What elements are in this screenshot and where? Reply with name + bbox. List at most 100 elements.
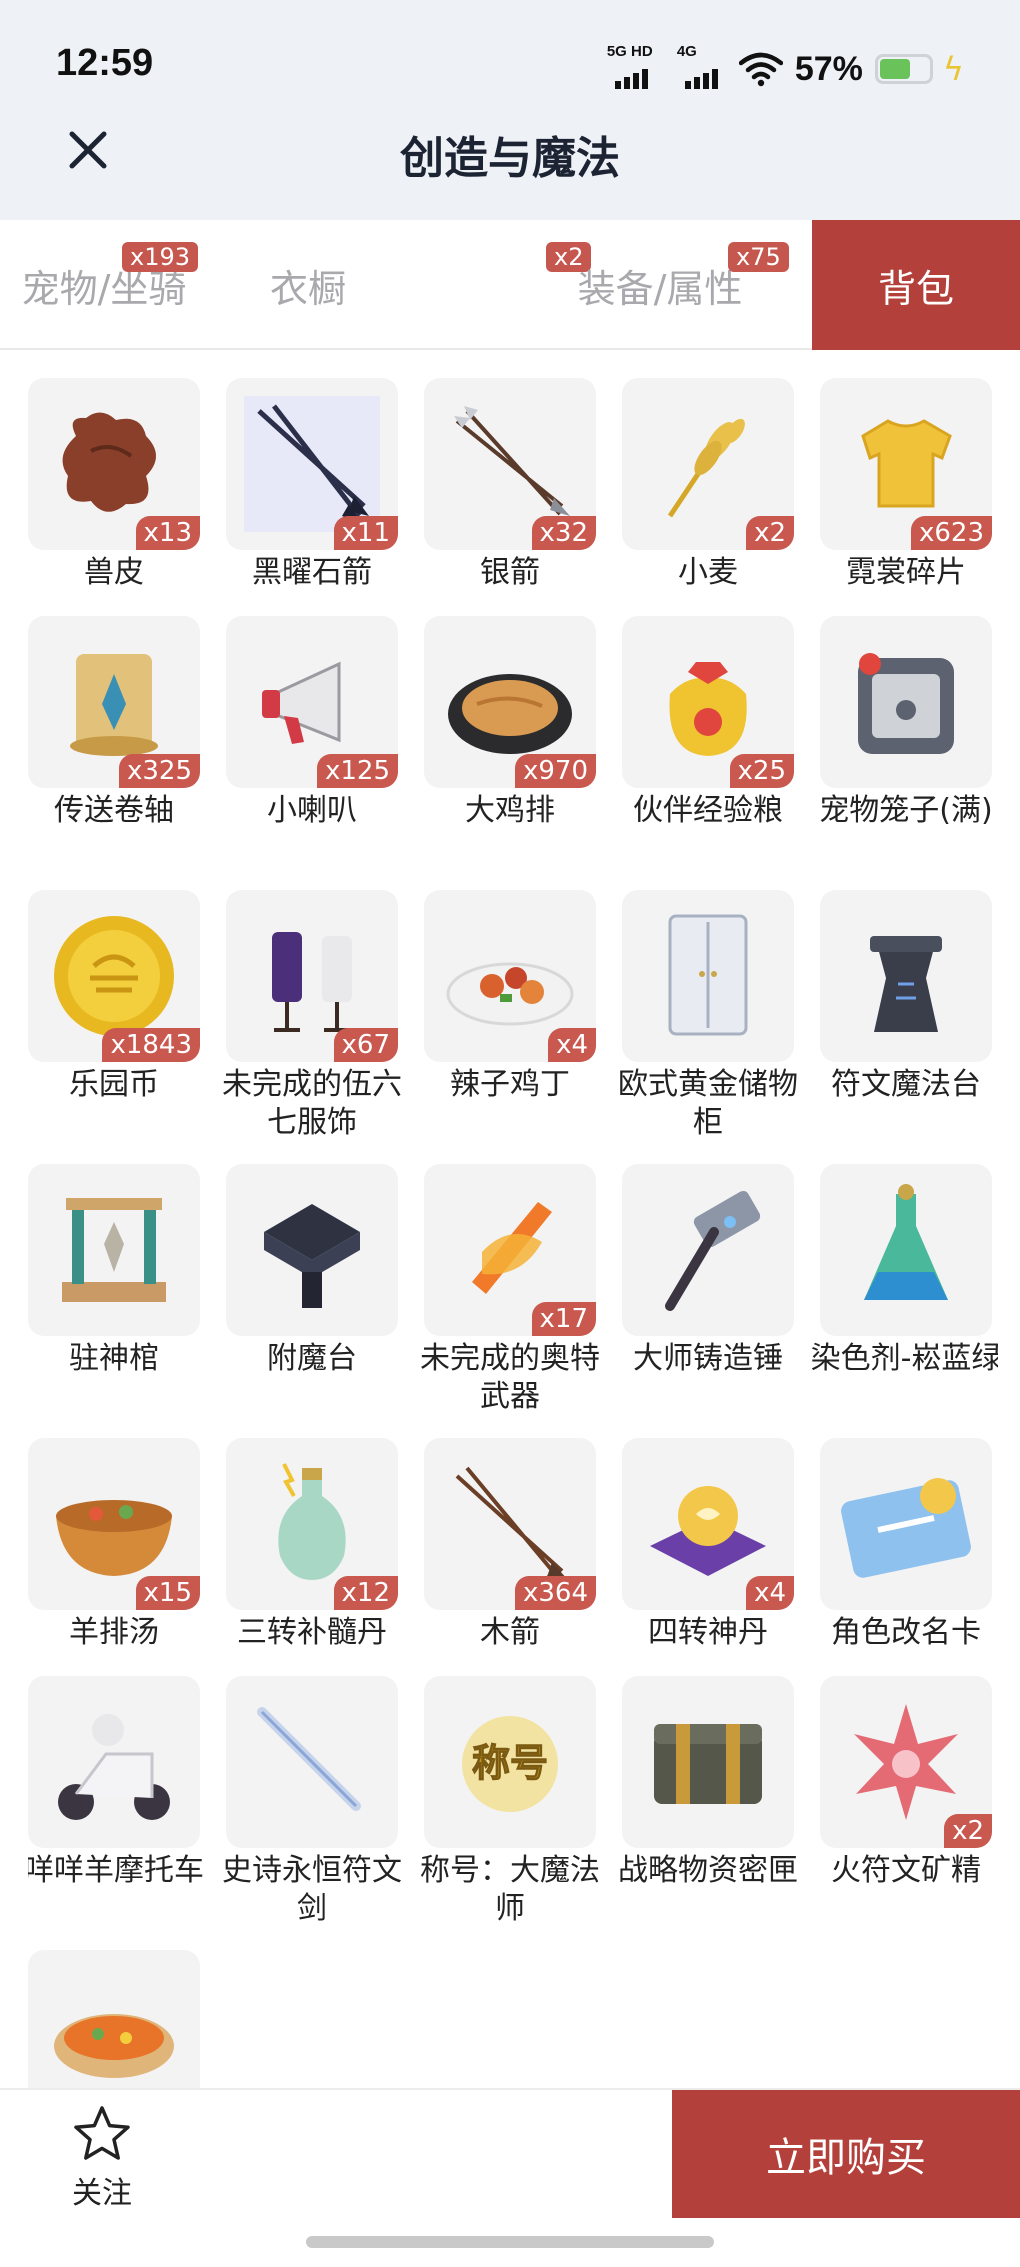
item-card[interactable]: 染色剂-崧蓝绿 [811,1164,998,1378]
item-card[interactable]: 角色改名卡 [820,1438,992,1652]
item-thumbnail: x67 [226,890,398,1062]
item-name: 伙伴经验粮 [633,793,783,828]
item-card[interactable]: x17 未完成的奥特武器 [420,1164,600,1416]
item-card[interactable]: x67 未完成的伍六七服饰 [222,890,402,1142]
item-card[interactable]: x1843 乐园币 [28,890,200,1104]
item-thumbnail [226,1164,398,1336]
item-card[interactable]: 附魔台 [226,1164,398,1378]
follow-button[interactable]: 关注 [52,2104,152,2212]
item-card[interactable]: 宠物笼子(满) [819,616,993,830]
status-time: 12:59 [56,42,154,84]
item-card[interactable]: x623 霓裳碎片 [820,378,992,592]
item-name: 宠物笼子(满) [819,793,993,828]
hide-icon [62,412,156,512]
fire-crystal-icon [854,1704,958,1820]
item-card[interactable]: 符文魔法台 [820,890,992,1104]
item-thumbnail [28,1676,200,1848]
item-name: 未完成的伍六七服饰 [222,1067,402,1140]
item-name: 大师铸造锤 [633,1341,783,1376]
signal-4g-icon: 4G [677,43,727,91]
item-quantity: x623 [910,516,992,550]
item-card[interactable]: 大师铸造锤 [622,1164,794,1378]
item-card[interactable]: x11 黑曜石箭 [226,378,398,592]
item-quantity: x15 [135,1576,200,1610]
net-label-1: 5G HD [606,43,653,60]
item-quantity: x25 [729,754,794,788]
item-card[interactable]: x364 木箭 [424,1438,596,1652]
page-title: 创造与魔法 [400,133,620,184]
item-thumbnail: x623 [820,378,992,550]
item-name: 战略物资密匣 [618,1853,798,1888]
scooter-icon [58,1714,170,1820]
item-card[interactable]: 驻神棺 [28,1164,200,1378]
item-thumbnail: x13 [28,378,200,550]
ultra-weapon-icon [472,1202,552,1294]
item-card[interactable]: 史诗永恒符文剑 [222,1676,402,1928]
item-card[interactable]: x2 小麦 [622,378,794,592]
item-card[interactable]: x4 四转神丹 [622,1438,794,1652]
item-name: 未完成的奥特武器 [420,1341,600,1414]
megaphone-icon [262,661,341,744]
item-thumbnail [820,616,992,788]
buy-now-button[interactable]: 立即购买 [672,2090,1020,2218]
item-card[interactable]: x4 辣子鸡丁 [424,890,596,1104]
tab-wardrobe[interactable]: 衣橱 [208,220,408,350]
item-card[interactable]: x2 火符文矿精 [820,1676,992,1890]
item-thumbnail: x17 [424,1164,596,1336]
item-card[interactable]: x12 三转补髓丹 [226,1438,398,1652]
item-quantity: x13 [135,516,200,550]
item-card[interactable]: x325 传送卷轴 [28,616,200,830]
tab-backpack[interactable]: 背包 [812,220,1020,350]
item-quantity: x125 [316,754,398,788]
tab-equipment[interactable]: 装备/属性 [552,220,768,350]
item-quantity: x11 [333,516,398,550]
item-quantity: x12 [333,1576,398,1610]
item-quantity: x17 [531,1302,596,1336]
item-thumbnail: x2 [820,1676,992,1848]
item-thumbnail: x364 [424,1438,596,1610]
item-name: 三转补髓丹 [237,1615,387,1650]
tab-pets-mounts[interactable]: 宠物/坐骑 [0,220,208,350]
header: 创造与魔法 [0,110,1020,220]
item-thumbnail: x4 [424,890,596,1062]
tab-label: 装备/属性 [577,266,743,311]
item-quantity: x2 [746,516,794,550]
item-name: 传送卷轴 [54,793,174,828]
item-thumbnail [820,890,992,1062]
item-thumbnail: x15 [28,1438,200,1610]
item-card[interactable]: x32 银箭 [424,378,596,592]
divine-pill-icon [650,1486,766,1576]
item-card[interactable]: x125 小喇叭 [226,616,398,830]
follow-label: 关注 [72,2176,132,2211]
item-card[interactable]: 欧式黄金储物柜 [618,890,798,1142]
item-name: 附魔台 [267,1341,357,1376]
item-card[interactable] [28,1950,200,2088]
item-card[interactable]: x15 羊排汤 [28,1438,200,1652]
coin-icon [54,916,174,1036]
item-card[interactable]: x25 伙伴经验粮 [622,616,794,830]
item-name: 符文魔法台 [831,1067,981,1102]
item-card[interactable]: x13 兽皮 [28,378,200,592]
item-quantity: x67 [333,1028,398,1062]
item-name: 辣子鸡丁 [450,1067,570,1102]
supply-crate-icon [654,1724,762,1804]
item-name: 兽皮 [84,555,144,590]
item-thumbnail [622,1676,794,1848]
item-name: 小麦 [678,555,738,590]
item-thumbnail [820,1438,992,1610]
item-card[interactable]: 战略物资密匣 [618,1676,798,1890]
item-name: 银箭 [480,555,540,590]
item-card[interactable]: x970 大鸡排 [424,616,596,830]
signal-5g-icon: 5G HD [607,43,665,91]
cloth-shard-icon [861,419,952,508]
bottom-bar: 关注 立即购买 [0,2088,1020,2218]
item-card[interactable]: 称号 称号：大魔法师 [420,1676,600,1928]
item-card[interactable]: 咩咩羊摩托车 [28,1676,204,1890]
item-name: 角色改名卡 [831,1615,981,1650]
item-name: 欧式黄金储物柜 [618,1067,798,1140]
net-label-2: 4G [676,43,697,60]
home-indicator[interactable] [306,2236,714,2248]
item-quantity: x2 [944,1814,992,1848]
rename-card-icon [841,1478,971,1578]
item-thumbnail: x25 [622,616,794,788]
